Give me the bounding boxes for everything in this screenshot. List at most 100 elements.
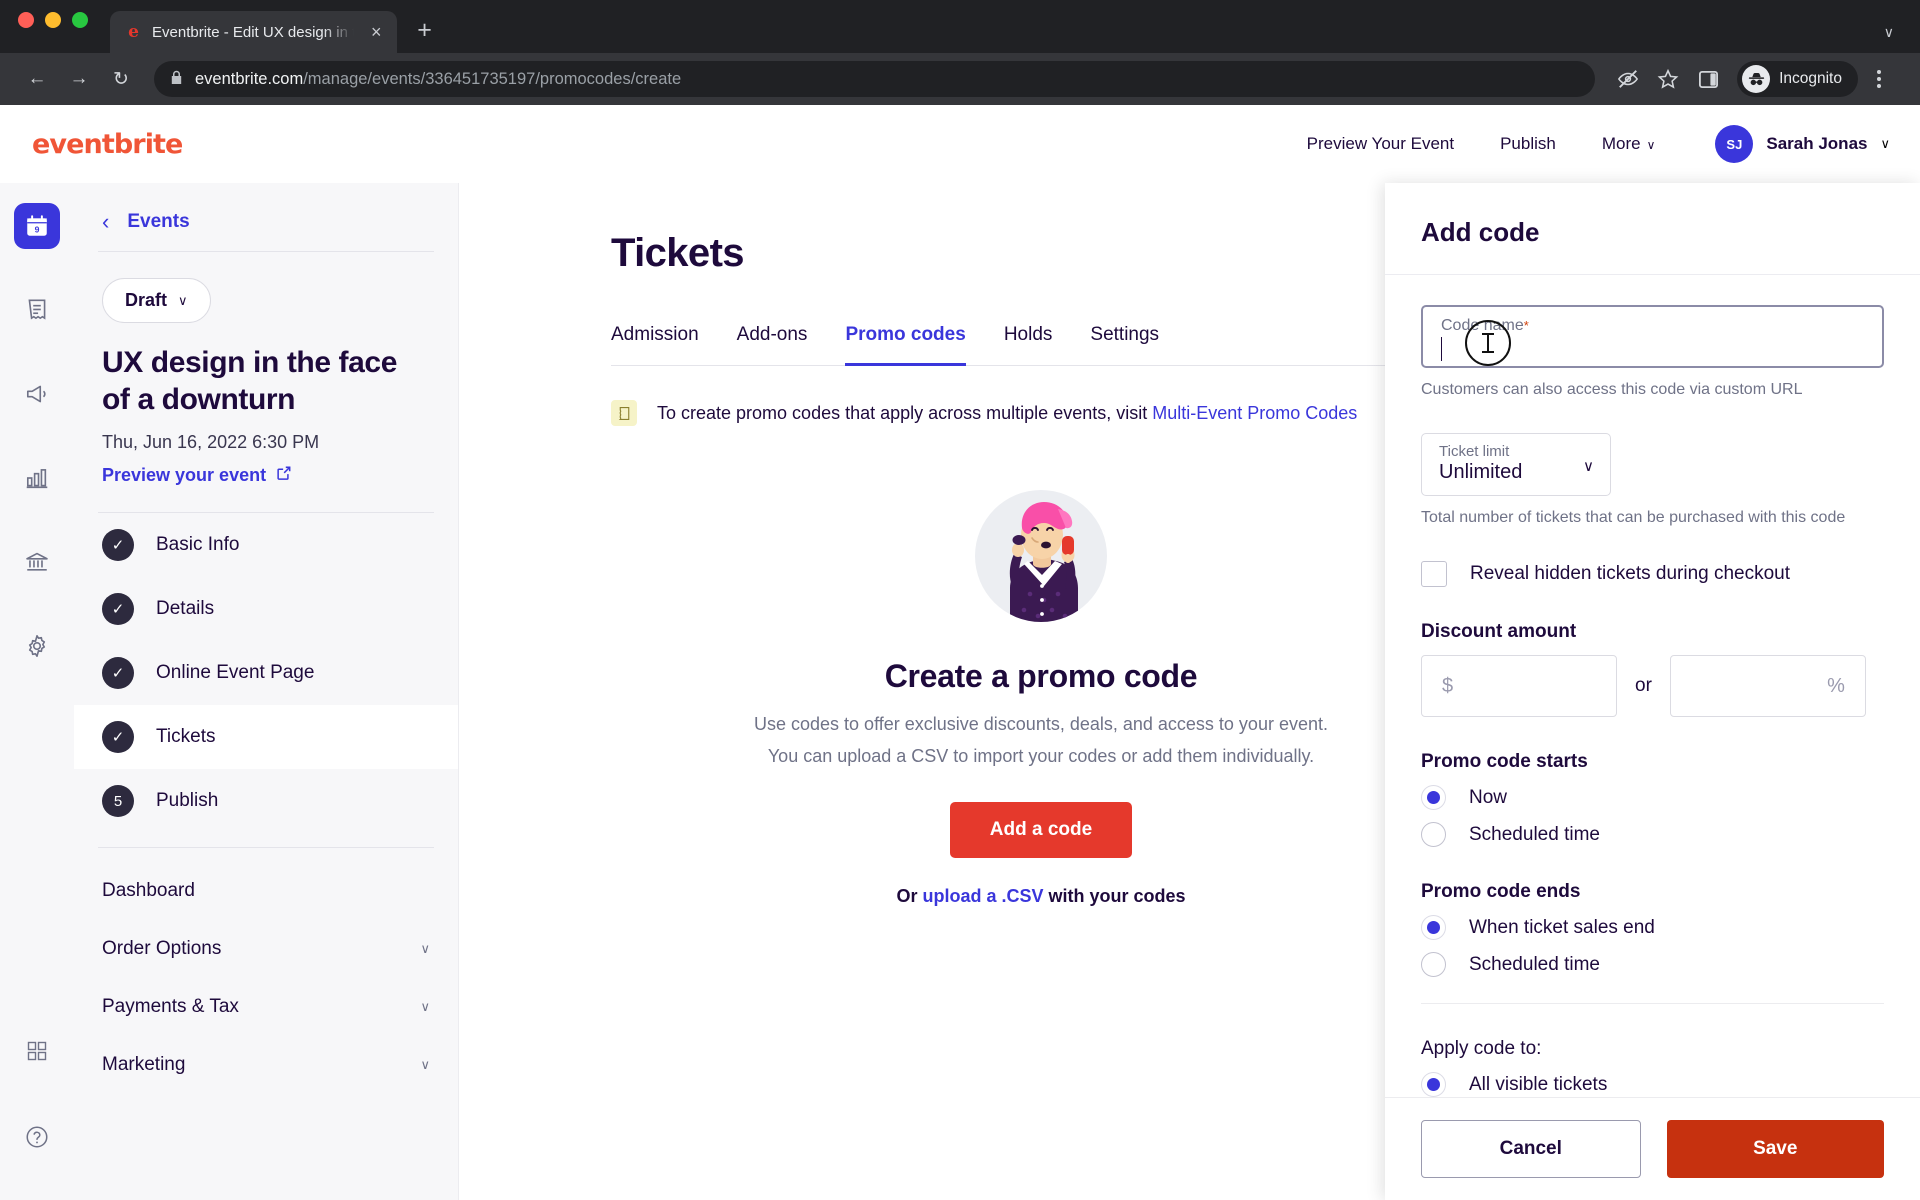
- minimize-window-button[interactable]: [45, 11, 61, 28]
- step-badge: ✓: [102, 593, 134, 626]
- sidebar-item-dashboard[interactable]: Dashboard: [74, 862, 458, 920]
- side-panel-icon[interactable]: [1689, 60, 1727, 98]
- reload-icon[interactable]: ↻: [102, 60, 140, 98]
- radio-selected-icon[interactable]: [1421, 785, 1446, 810]
- forward-icon[interactable]: →: [60, 60, 98, 98]
- publish-link[interactable]: Publish: [1500, 134, 1556, 154]
- multi-event-promo-codes-link[interactable]: Multi-Event Promo Codes: [1152, 403, 1357, 423]
- ticket-limit-value: Unlimited: [1439, 461, 1523, 483]
- close-window-button[interactable]: [18, 11, 34, 28]
- event-date: Thu, Jun 16, 2022 6:30 PM: [102, 432, 320, 453]
- back-to-events-link[interactable]: ‹ Events: [74, 197, 458, 251]
- maximize-window-button[interactable]: [72, 11, 88, 28]
- step-badge: ✓: [102, 657, 134, 690]
- sidebar-item-order-options[interactable]: Order Options ∨: [74, 920, 458, 978]
- address-bar[interactable]: eventbrite.com/manage/events/33645173519…: [154, 61, 1596, 97]
- sidebar-item-tickets[interactable]: ✓ Tickets: [74, 705, 458, 770]
- rail-item-calendar[interactable]: 9: [14, 203, 60, 249]
- rail-item-help[interactable]: [14, 1114, 60, 1160]
- sidebar-item-label: Publish: [156, 790, 219, 812]
- new-tab-icon[interactable]: +: [417, 18, 432, 53]
- save-button[interactable]: Save: [1666, 1120, 1884, 1178]
- sidebar-item-label: Basic Info: [156, 534, 240, 556]
- tab-search-chevron-icon[interactable]: ∨: [1884, 24, 1894, 41]
- tab-admission[interactable]: Admission: [611, 324, 699, 366]
- event-title: UX design in the face of a downturn: [102, 346, 397, 416]
- currency-symbol: $: [1442, 674, 1454, 697]
- window-controls: [18, 0, 88, 53]
- ends-option-when-sales-end[interactable]: When ticket sales end: [1421, 915, 1884, 940]
- banner-text-label: To create promo codes that apply across …: [657, 402, 1153, 423]
- rail-item-reports[interactable]: [14, 455, 60, 501]
- add-a-code-button[interactable]: Add a code: [949, 802, 1133, 858]
- starts-option-now-label: Now: [1469, 786, 1508, 808]
- starts-option-now[interactable]: Now: [1421, 785, 1884, 810]
- tab-holds[interactable]: Holds: [1004, 324, 1053, 366]
- reveal-hidden-tickets-row[interactable]: Reveal hidden tickets during checkout: [1421, 561, 1884, 587]
- text-caret: [1441, 337, 1442, 361]
- panel-body: Code name* Customers can also access thi…: [1385, 275, 1920, 1097]
- apply-option-all-visible-tickets-label: All visible tickets: [1469, 1073, 1608, 1095]
- apply-option-all-visible-tickets[interactable]: All visible tickets: [1421, 1072, 1884, 1097]
- discount-amount-row: $ or %: [1421, 655, 1884, 717]
- url-text: eventbrite.com/manage/events/33645173519…: [195, 70, 681, 89]
- web-page: eventbrite Preview Your Event Publish Mo…: [0, 105, 1920, 1200]
- sidebar-item-basic-info[interactable]: ✓ Basic Info: [74, 513, 458, 577]
- browser-tab[interactable]: e Eventbrite - Edit UX design in t ×: [110, 11, 398, 53]
- apply-code-to-title: Apply code to:: [1421, 1038, 1542, 1059]
- radio-selected-icon[interactable]: [1421, 1072, 1446, 1097]
- sidebar-item-payments-and-tax[interactable]: Payments & Tax ∨: [74, 978, 458, 1036]
- discount-currency-input[interactable]: $: [1421, 655, 1617, 717]
- upload-csv-link[interactable]: upload a .CSV: [922, 886, 1043, 906]
- user-menu[interactable]: SJ Sarah Jonas ∨: [1715, 125, 1890, 163]
- more-menu[interactable]: More ∨: [1602, 134, 1656, 154]
- preview-your-event-link[interactable]: Preview your event: [102, 465, 430, 486]
- sidebar-item-online-event-page[interactable]: ✓ Online Event Page: [74, 641, 458, 705]
- ticket-limit-select[interactable]: Ticket limit Unlimited ∨: [1421, 433, 1611, 496]
- rail-item-marketing[interactable]: [14, 371, 60, 417]
- radio-unselected-icon[interactable]: [1421, 952, 1446, 977]
- banner-text: To create promo codes that apply across …: [657, 403, 1357, 424]
- back-icon[interactable]: ←: [18, 60, 56, 98]
- sidebar-item-label: Tickets: [156, 726, 216, 748]
- rail-item-settings[interactable]: [14, 623, 60, 669]
- cancel-button[interactable]: Cancel: [1421, 1120, 1641, 1178]
- hide-view-icon[interactable]: [1609, 60, 1647, 98]
- rail-item-apps[interactable]: [14, 1028, 60, 1074]
- radio-unselected-icon[interactable]: [1421, 822, 1446, 847]
- divider: [98, 251, 434, 252]
- promo-illustration: [966, 482, 1116, 632]
- upload-csv-row: Or upload a .CSV with your codes: [741, 886, 1341, 907]
- code-name-label-text: Code name: [1441, 317, 1524, 334]
- chrome-menu-icon[interactable]: [1860, 60, 1898, 98]
- user-name: Sarah Jonas: [1766, 134, 1868, 153]
- chevron-down-icon: ∨: [420, 999, 430, 1015]
- ends-option-scheduled[interactable]: Scheduled time: [1421, 952, 1884, 977]
- step-badge: ✓: [102, 721, 134, 754]
- close-tab-icon[interactable]: ×: [365, 23, 387, 41]
- preview-your-event-link[interactable]: Preview Your Event: [1307, 134, 1454, 154]
- tab-promo-codes[interactable]: Promo codes: [845, 324, 966, 366]
- sidebar-item-label: Marketing: [102, 1054, 186, 1076]
- sidebar-item-label: Online Event Page: [156, 662, 315, 684]
- sidebar-item-details[interactable]: ✓ Details: [74, 577, 458, 641]
- tab-settings[interactable]: Settings: [1090, 324, 1159, 366]
- starts-option-scheduled[interactable]: Scheduled time: [1421, 822, 1884, 847]
- divider: [1421, 1003, 1884, 1004]
- rail-item-finance[interactable]: [14, 539, 60, 585]
- tab-add-ons[interactable]: Add-ons: [737, 324, 808, 366]
- chevron-down-icon: ∨: [178, 292, 188, 308]
- rail-item-orders[interactable]: [14, 287, 60, 333]
- radio-selected-icon[interactable]: [1421, 915, 1446, 940]
- code-name-input[interactable]: Code name*: [1421, 305, 1884, 368]
- eventbrite-logo[interactable]: eventbrite: [32, 129, 183, 160]
- discount-percent-input[interactable]: %: [1669, 655, 1866, 717]
- status-badge[interactable]: Draft ∨: [102, 278, 211, 323]
- reveal-hidden-tickets-checkbox[interactable]: [1421, 561, 1447, 587]
- sidebar-item-publish[interactable]: 5 Publish: [74, 769, 458, 833]
- incognito-profile-button[interactable]: Incognito: [1737, 61, 1858, 97]
- incognito-icon: [1742, 65, 1771, 93]
- sidebar-item-marketing[interactable]: Marketing ∨: [74, 1036, 458, 1094]
- empty-state-heading: Create a promo code: [884, 658, 1198, 694]
- bookmark-star-icon[interactable]: [1649, 60, 1687, 98]
